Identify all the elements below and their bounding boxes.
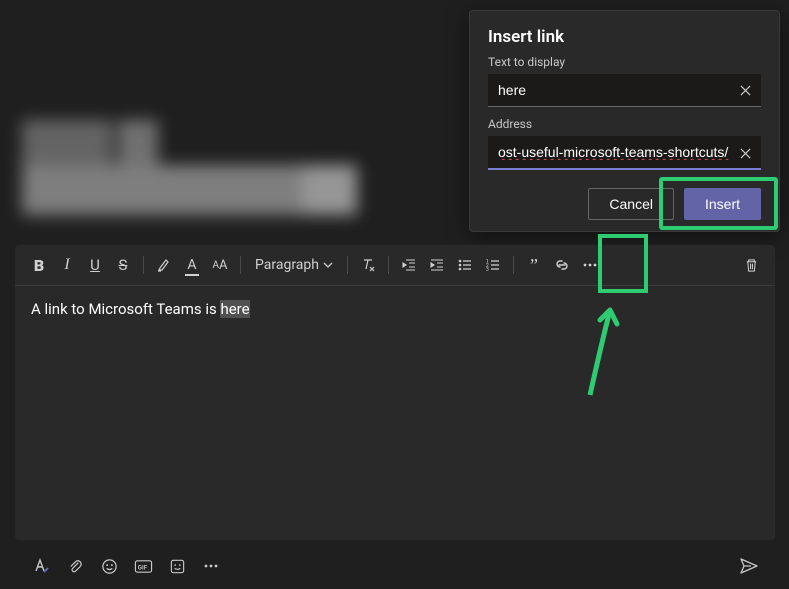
highlighter-icon [156,257,172,273]
paperclip-icon [67,558,84,575]
dialog-title: Insert link [488,27,761,47]
italic-button[interactable]: I [53,251,81,279]
outdent-icon [401,257,417,273]
indent-icon [429,257,445,273]
compose-actions-bar: GIF [15,548,775,584]
more-icon [582,257,598,273]
format-icon [32,557,50,575]
decrease-indent-button[interactable] [395,251,423,279]
quote-button[interactable]: ” [520,251,548,279]
more-actions-button[interactable] [197,552,225,580]
send-icon [739,557,759,575]
address-input[interactable] [488,136,761,170]
underline-button[interactable]: U [81,251,109,279]
format-button[interactable] [27,552,55,580]
clear-format-icon [360,257,376,273]
chevron-down-icon [323,260,333,270]
link-icon [553,256,571,274]
close-icon [740,85,751,96]
giphy-button[interactable]: GIF [129,552,157,580]
strikethrough-button[interactable]: S [109,251,137,279]
highlight-button[interactable] [150,251,178,279]
more-options-button[interactable] [576,251,604,279]
bulleted-list-button[interactable] [451,251,479,279]
more-icon [203,558,219,574]
clear-address-button[interactable] [735,143,755,163]
gif-icon: GIF [134,558,153,575]
svg-text:GIF: GIF [137,563,147,571]
insert-link-button[interactable] [548,251,576,279]
compose-body[interactable]: A link to Microsoft Teams is here [15,286,775,540]
format-toolbar: B I U S A AA Paragraph 123 [15,245,775,286]
delete-button[interactable] [737,251,765,279]
number-list-icon: 123 [485,257,501,273]
close-icon [740,148,751,159]
sticker-icon [169,558,186,575]
compose-box: B I U S A AA Paragraph 123 [15,245,775,540]
numbered-list-button[interactable]: 123 [479,251,507,279]
svg-text:3: 3 [486,267,489,273]
attach-button[interactable] [61,552,89,580]
text-to-display-input[interactable] [488,74,761,107]
clear-formatting-button[interactable] [354,251,382,279]
bold-button[interactable]: B [25,251,53,279]
sticker-button[interactable] [163,552,191,580]
compose-selected-text: here [220,300,249,318]
emoji-button[interactable] [95,552,123,580]
send-button[interactable] [735,552,763,580]
paragraph-dropdown[interactable]: Paragraph [247,257,341,273]
emoji-icon [101,558,118,575]
font-size-button[interactable]: AA [206,251,234,279]
insert-link-dialog: Insert link Text to display Address Canc… [469,10,780,232]
insert-button[interactable]: Insert [684,188,761,220]
text-to-display-label: Text to display [488,55,761,69]
font-color-button[interactable]: A [178,251,206,279]
bullet-list-icon [457,257,473,273]
increase-indent-button[interactable] [423,251,451,279]
trash-icon [744,258,759,273]
cancel-button[interactable]: Cancel [588,188,674,220]
address-label: Address [488,117,761,131]
clear-text-button[interactable] [735,81,755,101]
compose-text: A link to Microsoft Teams is [31,300,220,318]
paragraph-label: Paragraph [255,257,319,273]
